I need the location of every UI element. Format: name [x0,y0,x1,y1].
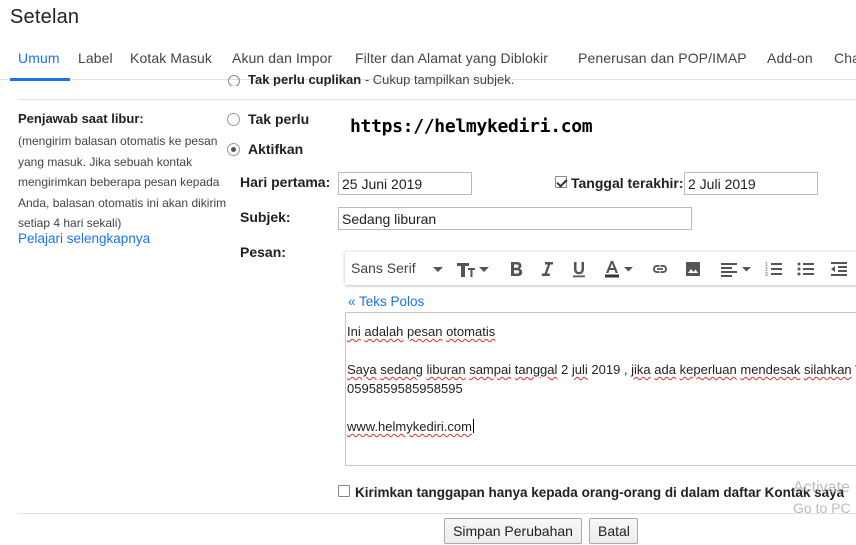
message-editor[interactable]: Ini adalah pesan otomatis Saya sedang li… [345,312,856,466]
tab-label[interactable]: Label [78,50,113,66]
bold-icon[interactable] [505,258,527,280]
tab-chat[interactable]: Cha [834,50,856,66]
message-line-1: Ini adalah pesan otomatis [347,324,496,339]
last-day-label: Tanggal terakhir: [571,175,684,191]
tab-penerusan[interactable]: Penerusan dan POP/IMAP [578,50,747,66]
align-icon[interactable] [718,258,752,280]
last-day-checkbox[interactable] [555,176,567,188]
italic-icon[interactable] [536,258,558,280]
vacation-off-radio[interactable] [227,113,240,126]
text-caret [472,419,474,433]
contacts-only-label: Kirimkan tanggapan hanya kepada orang-or… [355,485,845,500]
formatting-toolbar: Sans Serif 123 [345,251,856,285]
active-tab-indicator [10,78,70,81]
tab-kotak-masuk[interactable]: Kotak Masuk [130,50,212,66]
vacation-description: (mengirim balasan otomatis ke pesan yang… [18,134,227,230]
save-changes-button[interactable]: Simpan Perubahan [444,518,582,544]
text-size-icon[interactable] [455,258,489,280]
last-day-input[interactable] [684,172,818,195]
svg-text:3: 3 [765,272,768,278]
first-day-input[interactable] [338,172,472,195]
tab-umum[interactable]: Umum [18,50,60,66]
tab-add-on[interactable]: Add-on [767,50,813,66]
message-line-3: 0595859585958595 [347,381,463,396]
section-divider [18,99,856,100]
footer-divider [18,513,856,514]
snippet-radio[interactable] [228,74,240,86]
underline-icon[interactable] [568,258,590,280]
vacation-off-label: Tak perlu [248,111,310,127]
snippet-option-row: Tak perlu cuplikan - Cukup tampilkan sub… [228,72,514,86]
contacts-only-checkbox[interactable] [338,485,350,497]
learn-more-link[interactable]: Pelajari selengkapnya [18,231,150,246]
font-select[interactable]: Sans Serif [351,260,416,276]
image-icon[interactable] [682,258,704,280]
message-line-4: www.helmykediri.com [347,419,474,434]
page-title: Setelan [10,6,80,28]
subject-label: Subjek: [240,209,291,225]
bulleted-list-icon[interactable] [795,258,817,280]
text-color-icon[interactable] [601,258,635,280]
message-label: Pesan: [240,244,286,260]
font-dropdown-icon[interactable] [427,258,449,280]
tab-akun-dan-impor[interactable]: Akun dan Impor [232,50,332,66]
plain-text-link[interactable]: « Teks Polos [348,294,424,309]
cancel-button[interactable]: Batal [589,518,638,544]
message-line-2: Saya sedang liburan sampai tanggal 2 jul… [347,362,856,377]
indent-less-icon[interactable] [828,258,850,280]
numbered-list-icon[interactable]: 123 [763,258,785,280]
subject-input[interactable] [338,207,692,230]
link-icon[interactable] [649,258,671,280]
watermark-text: https://helmykediri.com [350,116,593,137]
vacation-on-radio[interactable] [227,143,240,156]
tab-filter[interactable]: Filter dan Alamat yang Diblokir [355,50,548,66]
vacation-on-label: Aktifkan [248,141,304,157]
first-day-label: Hari pertama: [240,174,331,190]
windows-activation-title: Activate [793,479,850,496]
vacation-title: Penjawab saat libur: [18,111,144,126]
